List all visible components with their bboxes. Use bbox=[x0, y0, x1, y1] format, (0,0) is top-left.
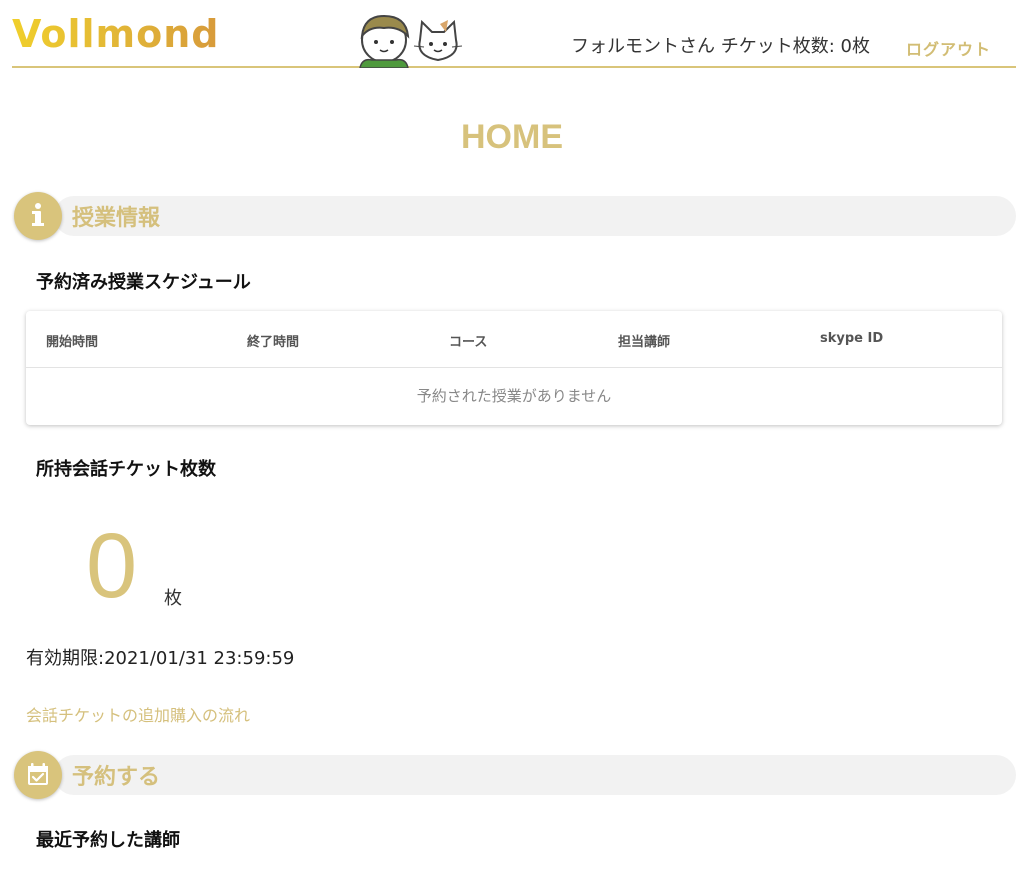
header: Vollmond フォルモントさん チケット枚数: 0枚 ログアウト bbox=[12, 0, 1016, 68]
logo[interactable]: Vollmond bbox=[12, 14, 219, 54]
schedule-heading: 予約済み授業スケジュール bbox=[36, 272, 251, 293]
schedule-table: 開始時間 終了時間 コース 担当講師 skype ID 予約された授業がありませ… bbox=[26, 311, 1002, 425]
calendar-check-icon bbox=[14, 751, 62, 799]
section-lesson-info: 授業情報 bbox=[14, 192, 1016, 240]
mascot-illustration bbox=[359, 14, 463, 68]
section-bar-bg bbox=[54, 755, 1016, 795]
info-icon bbox=[14, 192, 62, 240]
column-header-teacher: 担当講師 bbox=[618, 335, 671, 350]
column-header-end: 終了時間 bbox=[247, 335, 300, 350]
table-empty-message: 予約された授業がありません bbox=[416, 387, 612, 405]
column-header-start: 開始時間 bbox=[46, 335, 99, 350]
column-header-skype: skype ID bbox=[820, 331, 884, 346]
user-info: フォルモントさん チケット枚数: 0枚 bbox=[571, 36, 870, 57]
section-bar-bg bbox=[54, 196, 1016, 236]
page-title: HOME bbox=[461, 118, 563, 156]
ticket-count: 0 bbox=[86, 515, 138, 617]
table-divider bbox=[26, 367, 1002, 368]
tickets-heading: 所持会話チケット枚数 bbox=[36, 459, 216, 480]
section-title: 授業情報 bbox=[72, 206, 161, 231]
section-reserve: 予約する bbox=[14, 751, 1016, 799]
recent-teachers-heading: 最近予約した講師 bbox=[36, 830, 180, 851]
column-header-course: コース bbox=[449, 335, 488, 350]
purchase-flow-link[interactable]: 会話チケットの追加購入の流れ bbox=[26, 702, 250, 726]
ticket-unit: 枚 bbox=[164, 588, 182, 609]
section-title: 予約する bbox=[72, 765, 161, 790]
ticket-expiry: 有効期限:2021/01/31 23:59:59 bbox=[26, 648, 295, 669]
logout-link[interactable]: ログアウト bbox=[906, 36, 991, 60]
